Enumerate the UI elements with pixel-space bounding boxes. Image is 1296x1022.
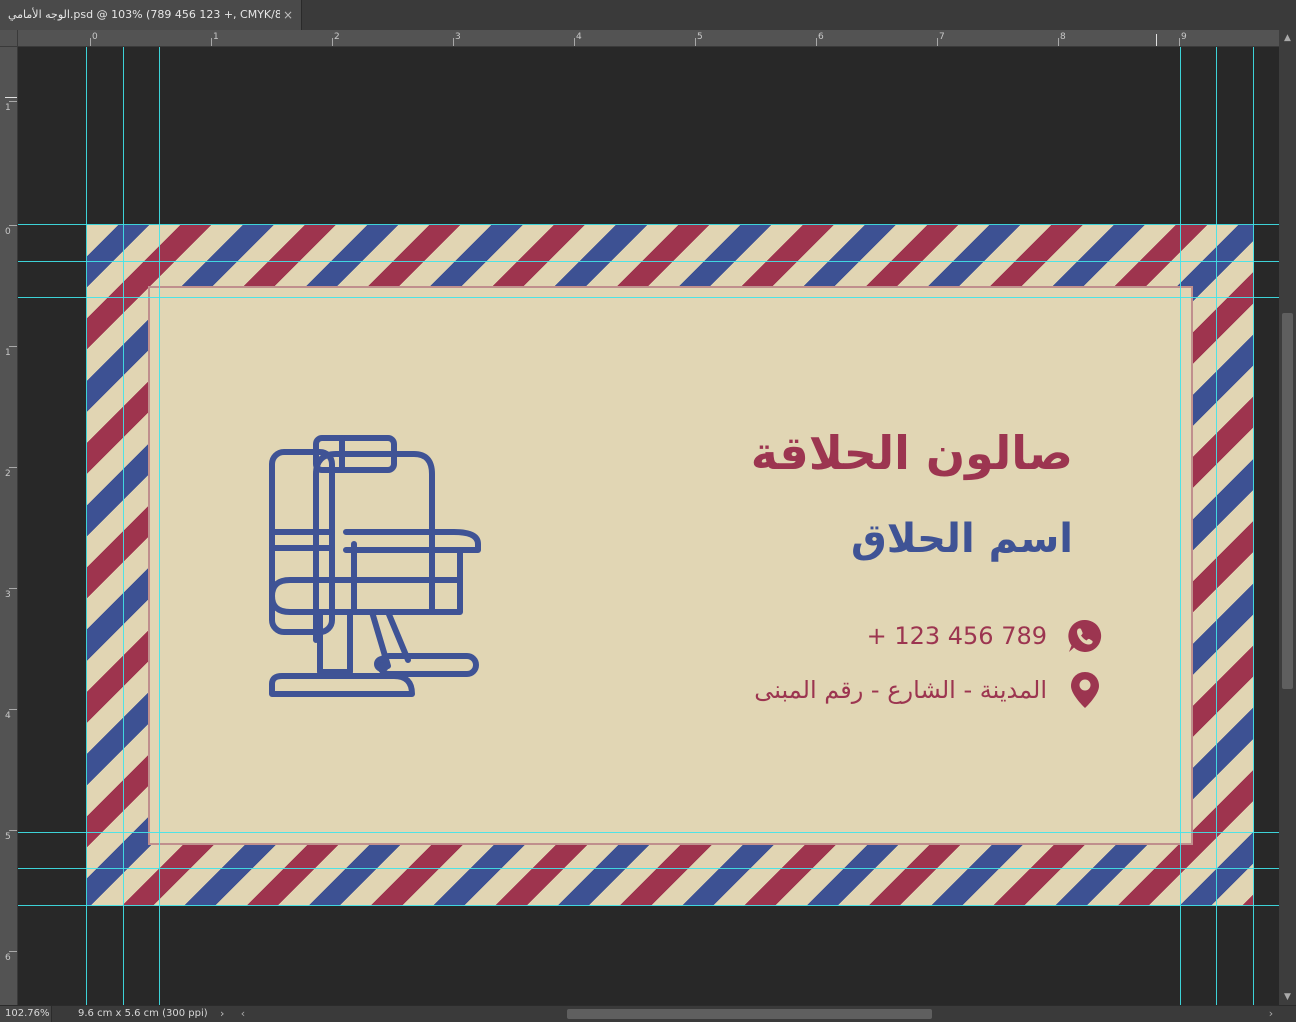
vertical-scroll-thumb[interactable] — [1282, 313, 1293, 689]
card-inner-panel: صالون الحلاقة اسم الحلاق + 123 456 789 ا… — [148, 286, 1193, 845]
ruler-tick — [1058, 38, 1059, 46]
document-tab-title: الوجه الأمامي.psd @ 103% (789 456 123 +,… — [8, 8, 280, 21]
shop-name: صالون الحلاقة — [750, 426, 1073, 480]
ruler-label: 9 — [1181, 32, 1187, 42]
document-info: 9.6 cm x 5.6 cm (300 ppi) — [78, 1008, 208, 1019]
guide-line[interactable] — [1216, 47, 1217, 1005]
ruler-tick — [9, 588, 17, 589]
ruler-label: 3 — [5, 590, 11, 600]
ruler-label: 6 — [818, 32, 824, 42]
ruler-tick — [90, 38, 91, 46]
scroll-down-arrow-icon[interactable]: ▼ — [1279, 989, 1296, 1005]
ruler-label: 4 — [5, 711, 11, 721]
guide-line[interactable] — [18, 224, 1279, 225]
status-bar: 102.76% 9.6 cm x 5.6 cm (300 ppi) › ‹ › — [0, 1005, 1296, 1022]
ruler-tick — [9, 346, 17, 347]
guide-line[interactable] — [1180, 47, 1181, 1005]
guide-line[interactable] — [18, 905, 1279, 906]
scroll-left-arrow-icon[interactable]: ‹ — [237, 1006, 249, 1022]
ruler-tick — [9, 467, 17, 468]
ruler-origin[interactable] — [0, 30, 18, 47]
map-pin-icon — [1067, 672, 1103, 708]
horizontal-ruler[interactable]: 0 1 2 3 4 5 6 7 8 9 — [18, 30, 1279, 47]
guide-line[interactable] — [18, 297, 1279, 298]
barber-chair-icon — [269, 435, 481, 697]
document-tab[interactable]: الوجه الأمامي.psd @ 103% (789 456 123 +,… — [0, 0, 302, 30]
business-card[interactable]: صالون الحلاقة اسم الحلاق + 123 456 789 ا… — [87, 225, 1254, 906]
ruler-tick — [816, 38, 817, 46]
ruler-tick — [9, 830, 17, 831]
address-text: المدينة - الشارع - رقم المبنى — [754, 676, 1047, 704]
guide-line[interactable] — [18, 868, 1279, 869]
ruler-tick — [332, 38, 333, 46]
guide-line[interactable] — [123, 47, 124, 1005]
ruler-tick — [9, 951, 17, 952]
ruler-label: 4 — [576, 32, 582, 42]
ruler-label: 1 — [213, 32, 219, 42]
scroll-right-arrow-icon[interactable]: › — [1265, 1006, 1277, 1022]
ruler-label: 5 — [5, 832, 11, 842]
ruler-label: 6 — [5, 953, 11, 963]
ruler-label: 2 — [334, 32, 340, 42]
vertical-ruler[interactable]: 1 0 1 2 3 4 5 6 — [0, 47, 18, 1005]
ruler-label: 0 — [92, 32, 98, 42]
ruler-tick — [574, 38, 575, 46]
ruler-cursor-marker — [5, 97, 17, 98]
ruler-tick — [9, 225, 17, 226]
barber-name: اسم الحلاق — [850, 516, 1073, 562]
ruler-tick — [9, 101, 17, 102]
ruler-label: 1 — [5, 103, 11, 113]
scroll-up-arrow-icon[interactable]: ▲ — [1279, 30, 1296, 46]
guide-line[interactable] — [18, 832, 1279, 833]
status-menu-arrow-icon[interactable]: › — [220, 1006, 224, 1022]
phone-row: + 123 456 789 — [867, 616, 1103, 656]
whatsapp-icon — [1067, 618, 1103, 654]
close-tab-icon[interactable]: × — [283, 0, 293, 30]
ruler-label: 1 — [5, 348, 11, 358]
guide-line[interactable] — [1253, 47, 1254, 1005]
ruler-label: 7 — [939, 32, 945, 42]
phone-number: + 123 456 789 — [866, 622, 1047, 650]
ruler-tick — [695, 38, 696, 46]
ruler-tick — [453, 38, 454, 46]
horizontal-scroll-thumb[interactable] — [567, 1009, 932, 1019]
ruler-label: 5 — [697, 32, 703, 42]
ruler-tick — [211, 38, 212, 46]
ruler-tick — [1179, 38, 1180, 46]
ruler-label: 3 — [455, 32, 461, 42]
guide-line[interactable] — [86, 47, 87, 1005]
guide-line[interactable] — [18, 261, 1279, 262]
document-canvas[interactable]: صالون الحلاقة اسم الحلاق + 123 456 789 ا… — [18, 47, 1279, 1005]
ruler-tick — [937, 38, 938, 46]
ruler-label: 8 — [1060, 32, 1066, 42]
document-tab-bar: الوجه الأمامي.psd @ 103% (789 456 123 +,… — [0, 0, 1296, 30]
address-row: المدينة - الشارع - رقم المبنى — [754, 670, 1103, 710]
guide-line[interactable] — [159, 47, 160, 1005]
ruler-tick — [9, 709, 17, 710]
horizontal-scrollbar[interactable]: ‹ › — [235, 1006, 1279, 1022]
zoom-level-field[interactable]: 102.76% — [0, 1006, 52, 1022]
ruler-cursor-marker — [1156, 34, 1157, 46]
ruler-label: 2 — [5, 469, 11, 479]
vertical-scrollbar[interactable]: ▲ ▼ — [1279, 30, 1296, 1005]
ruler-label: 0 — [5, 227, 11, 237]
